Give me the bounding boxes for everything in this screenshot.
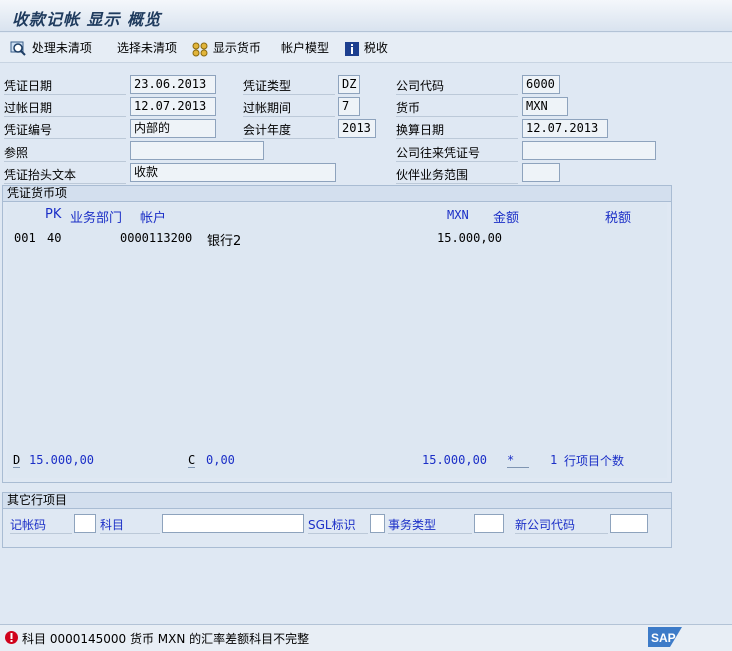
fiscal-year-label: 会计年度: [243, 122, 335, 139]
translation-date-field[interactable]: 12.07.2013: [522, 119, 608, 138]
partner-ba-label: 伙伴业务范围: [396, 167, 518, 184]
company-code-label: 公司代码: [396, 78, 518, 95]
info-icon: [344, 41, 364, 56]
row-amount: 15.000,00: [437, 231, 503, 245]
company-code-field[interactable]: 6000: [522, 75, 560, 94]
items-area: PK 业务部门 帐户 MXN 金额 税额 001 40 0000113200 银…: [7, 203, 667, 478]
col-tax: 税额: [605, 211, 632, 226]
error-icon[interactable]: [4, 630, 19, 648]
header-text-field[interactable]: 收款: [130, 163, 336, 182]
posting-date-field[interactable]: 12.07.2013: [130, 97, 216, 116]
display-currency-label: 显示货币: [212, 41, 261, 55]
debit-total: 15.000,00: [29, 453, 95, 467]
trans-type-input[interactable]: [474, 514, 504, 533]
application-toolbar: 处理未清项 选择未清项 显示货币 帐户模型 税收: [0, 33, 732, 63]
row-account-name: 银行2: [207, 234, 242, 249]
document-items-group: 凭证货币项 PK 业务部门 帐户 MXN 金额 税额 001 40 000011…: [2, 185, 672, 483]
new-company-label: 新公司代码: [515, 517, 608, 534]
row-item-number: 001: [14, 231, 36, 245]
tax-label: 税收: [363, 41, 388, 55]
doc-date-field[interactable]: 23.06.2013: [130, 75, 216, 94]
row-account[interactable]: 0000113200: [120, 231, 192, 245]
tax-button[interactable]: 税收: [344, 39, 388, 57]
cross-company-label: 公司往来凭证号: [396, 145, 518, 162]
select-open-items-button[interactable]: 选择未清项: [117, 39, 177, 57]
svg-text:SAP: SAP: [651, 631, 676, 645]
coins-icon: [191, 41, 213, 56]
account-label: 科目: [100, 517, 160, 534]
doc-number-field[interactable]: 内部的: [130, 119, 216, 138]
period-field[interactable]: 7: [338, 97, 360, 116]
partner-ba-field[interactable]: [522, 163, 560, 182]
sap-logo-icon: SAP: [648, 627, 682, 650]
items-group-title: 凭证货币项: [3, 186, 671, 202]
col-amount: 金额: [493, 211, 520, 226]
title-bar: 收款记帐 显示 概览: [0, 0, 732, 32]
process-open-items-button[interactable]: 处理未清项: [10, 39, 92, 57]
process-open-items-label: 处理未清项: [31, 41, 92, 55]
sgl-label: SGL标识: [308, 517, 368, 534]
item-count-label: 行项目个数: [564, 454, 625, 468]
doc-type-field[interactable]: DZ: [338, 75, 360, 94]
status-bar: 科目 0000145000 货币 MXN 的汇率差额科目不完整 SAP: [0, 624, 732, 651]
period-label: 过帐期间: [243, 100, 335, 117]
balance-total: 15.000,00: [422, 453, 488, 467]
col-pk: PK: [45, 207, 62, 222]
new-company-input[interactable]: [610, 514, 648, 533]
posting-date-label: 过帐日期: [4, 100, 126, 117]
currency-field[interactable]: MXN: [522, 97, 568, 116]
credit-label: C: [188, 453, 196, 468]
credit-total: 0,00: [206, 453, 235, 467]
reference-field[interactable]: [130, 141, 264, 160]
doc-type-label: 凭证类型: [243, 78, 335, 95]
balance-flag: *: [507, 453, 529, 468]
account-input[interactable]: [162, 514, 304, 533]
fiscal-year-field[interactable]: 2013: [338, 119, 376, 138]
currency-label: 货币: [396, 100, 518, 117]
posting-key-label: 记帐码: [10, 517, 72, 534]
col-account: 帐户: [140, 211, 167, 226]
reference-label: 参照: [4, 145, 126, 162]
other-group-title: 其它行项目: [3, 493, 671, 509]
trans-type-label: 事务类型: [388, 517, 472, 534]
cross-company-field[interactable]: [522, 141, 656, 160]
doc-number-label: 凭证编号: [4, 122, 126, 139]
display-currency-button[interactable]: 显示货币: [191, 39, 261, 57]
item-count: 1: [550, 453, 558, 467]
debit-label: D: [13, 453, 21, 468]
select-open-items-label: 选择未清项: [117, 41, 178, 55]
magnifier-icon: [10, 41, 32, 56]
window-title: 收款记帐 显示 概览: [12, 10, 162, 29]
sgl-input[interactable]: [370, 514, 385, 533]
header-text-label: 凭证抬头文本: [4, 167, 126, 184]
status-message[interactable]: 科目 0000145000 货币 MXN 的汇率差额科目不完整: [22, 630, 309, 647]
col-business-area: 业务部门: [70, 211, 123, 226]
account-model-button[interactable]: 帐户模型: [281, 39, 329, 57]
account-model-label: 帐户模型: [281, 41, 330, 55]
doc-date-label: 凭证日期: [4, 78, 126, 95]
col-currency: MXN: [447, 208, 469, 222]
row-pk: 40: [47, 231, 62, 245]
translation-date-label: 换算日期: [396, 122, 518, 139]
posting-key-input[interactable]: [74, 514, 96, 533]
